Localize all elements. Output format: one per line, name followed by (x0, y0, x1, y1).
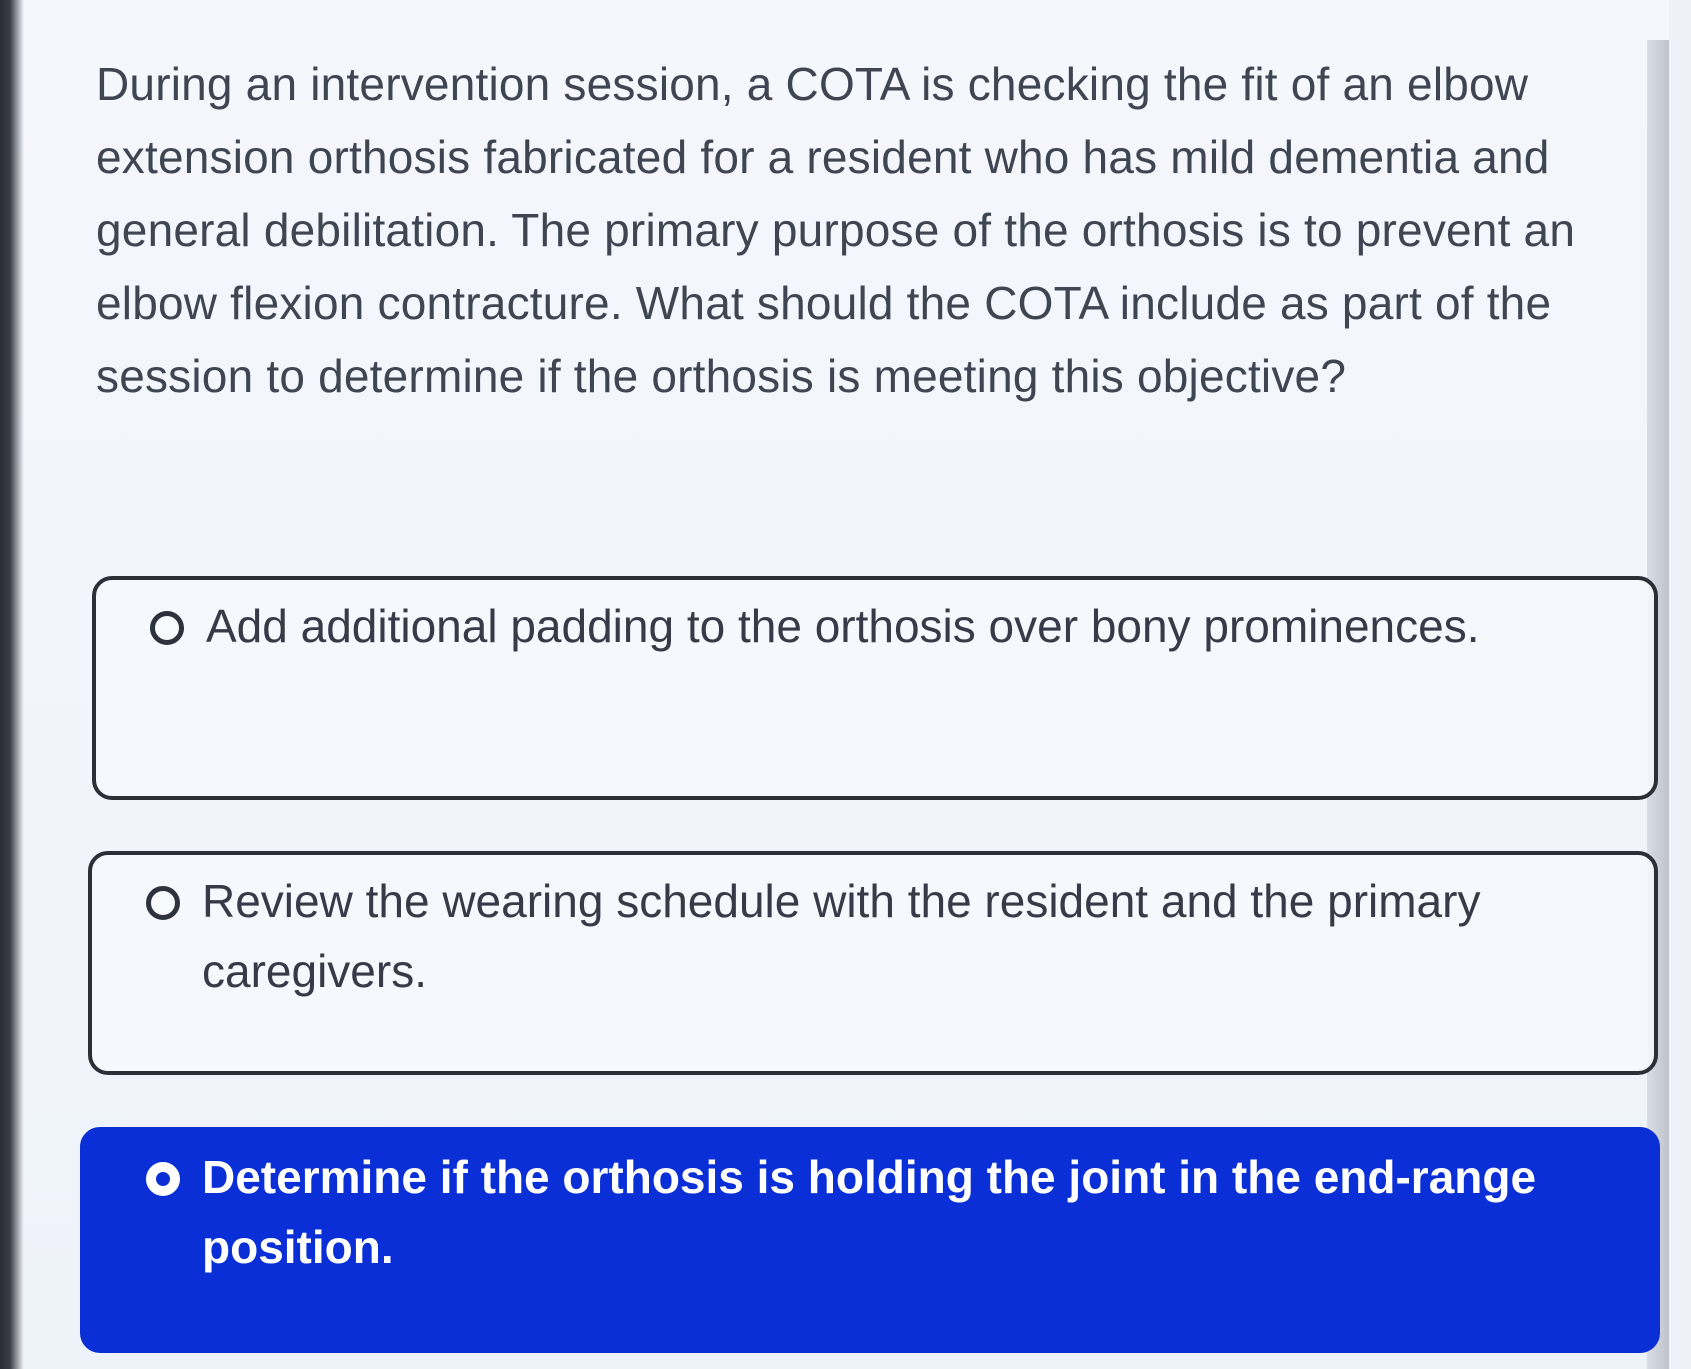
answer-option-label: Review the wearing schedule with the res… (202, 875, 1481, 997)
answer-option-label: Add additional padding to the orthosis o… (206, 600, 1480, 652)
radio-unselected-icon[interactable] (146, 886, 180, 920)
answer-option-b[interactable]: Review the wearing schedule with the res… (88, 851, 1658, 1075)
radio-unselected-icon[interactable] (150, 611, 184, 645)
answer-option-a[interactable]: Add additional padding to the orthosis o… (92, 576, 1658, 800)
quiz-page: During an intervention session, a COTA i… (24, 0, 1669, 1369)
answer-option-c[interactable]: Determine if the orthosis is holding the… (80, 1127, 1660, 1353)
radio-selected-icon[interactable] (146, 1162, 180, 1196)
question-text: During an intervention session, a COTA i… (96, 58, 1576, 402)
answer-option-label: Determine if the orthosis is holding the… (202, 1151, 1537, 1273)
